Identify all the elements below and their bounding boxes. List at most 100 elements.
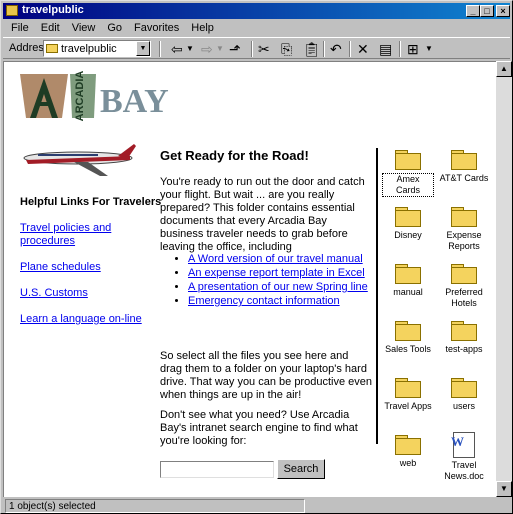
cut-icon[interactable]: ✂ <box>258 41 270 57</box>
file-label: Amex Cards <box>382 173 434 197</box>
paste-icon[interactable]: 📋︎ <box>303 41 321 57</box>
folder-test-apps[interactable]: test-apps <box>438 321 490 355</box>
link-travel-manual[interactable]: A Word version of our travel manual <box>188 253 363 265</box>
svg-text:BAY: BAY <box>100 83 169 120</box>
list-item: A Word version of our travel manual <box>188 252 368 266</box>
svg-text:ARCADIA: ARCADIA <box>74 71 86 122</box>
toolbar-separator <box>159 41 161 57</box>
menu-edit[interactable]: Edit <box>35 21 66 36</box>
folder-disney[interactable]: Disney <box>382 207 434 241</box>
menu-help[interactable]: Help <box>185 21 220 36</box>
folder-icon <box>451 321 477 341</box>
file-label: test-apps <box>445 344 483 354</box>
link-spring-presentation[interactable]: A presentation of our new Spring line <box>188 281 368 293</box>
minimize-button[interactable]: _ <box>466 5 480 17</box>
explorer-window: travelpublic _ □ × File Edit View Go Fav… <box>0 0 513 514</box>
folder-expense-reports[interactable]: Expense Reports <box>438 207 490 252</box>
folder-icon <box>451 207 477 227</box>
file-label: Travel Apps <box>384 401 432 411</box>
web-view-content: ARCADIA BAY Helpful Links For Travelers … <box>3 61 496 497</box>
window-title: travelpublic <box>22 4 84 16</box>
folder-travel-apps[interactable]: Travel Apps <box>382 378 434 412</box>
folder-icon <box>395 207 421 227</box>
link-emergency-contact[interactable]: Emergency contact information <box>188 295 340 307</box>
views-dropdown-icon[interactable]: ▼ <box>425 41 433 57</box>
undo-icon[interactable]: ↶ <box>330 41 342 57</box>
folder-icon <box>451 378 477 398</box>
folder-amex-cards[interactable]: Amex Cards <box>382 150 434 197</box>
toolbar-separator <box>323 41 325 57</box>
vertical-scrollbar[interactable]: ▲ ▼ <box>496 61 512 497</box>
list-item: Emergency contact information <box>188 294 368 308</box>
folder-icon <box>451 264 477 284</box>
link-us-customs[interactable]: U.S. Customs <box>20 287 88 300</box>
folder-icon <box>395 378 421 398</box>
title-bar[interactable]: travelpublic _ □ × <box>3 3 510 19</box>
up-folder-icon[interactable]: ⬏ <box>229 41 241 57</box>
folder-icon <box>395 435 421 455</box>
status-text: 1 object(s) selected <box>5 499 305 513</box>
close-button[interactable]: × <box>496 5 510 17</box>
link-learn-language[interactable]: Learn a language on-line <box>20 313 142 326</box>
forward-dropdown-icon[interactable]: ▼ <box>216 41 224 57</box>
copy-icon[interactable]: ⎘ <box>281 41 292 57</box>
search-button[interactable]: Search <box>277 459 325 479</box>
delete-icon[interactable]: ✕ <box>357 41 369 57</box>
status-bar: 1 object(s) selected <box>3 498 510 513</box>
toolbar-separator <box>399 41 401 57</box>
folder-preferred-hotels[interactable]: Preferred Hotels <box>438 264 490 309</box>
helpful-links-heading: Helpful Links For Travelers <box>20 196 162 208</box>
link-expense-template[interactable]: An expense report template in Excel <box>188 267 365 279</box>
folder-att-cards[interactable]: AT&T Cards <box>438 150 490 184</box>
address-dropdown-button[interactable]: ▼ <box>136 41 150 56</box>
arcadia-bay-logo: ARCADIA BAY <box>20 71 169 122</box>
maximize-button[interactable]: □ <box>480 5 494 17</box>
address-value: travelpublic <box>61 43 117 55</box>
folder-icon <box>451 150 477 170</box>
document-list: A Word version of our travel manual An e… <box>174 252 368 308</box>
properties-icon[interactable]: ▤ <box>379 41 392 57</box>
toolbar: Address travelpublic ▼ ⇦ ▼ ⇨ ▼ ⬏ ✂ ⎘ 📋︎ … <box>3 37 510 59</box>
file-label: users <box>452 401 475 411</box>
folder-icon <box>46 44 58 53</box>
main-heading: Get Ready for the Road! <box>160 148 309 163</box>
file-label: Expense Reports <box>446 230 482 251</box>
back-icon[interactable]: ⇦ <box>171 41 183 57</box>
search-input[interactable] <box>160 461 274 478</box>
file-label: AT&T Cards <box>439 173 489 183</box>
menu-go[interactable]: Go <box>101 21 128 36</box>
scroll-down-button[interactable]: ▼ <box>496 481 512 497</box>
airplane-image <box>23 144 136 176</box>
folder-sales-tools[interactable]: Sales Tools <box>382 321 434 355</box>
file-label: Disney <box>394 230 422 240</box>
folder-icon <box>395 150 421 170</box>
folder-manual[interactable]: manual <box>382 264 434 298</box>
toolbar-separator <box>251 41 253 57</box>
file-label: Preferred Hotels <box>445 287 483 308</box>
intro-paragraph: You're ready to run out the door and cat… <box>160 176 365 253</box>
back-dropdown-icon[interactable]: ▼ <box>186 41 194 57</box>
file-label: Sales Tools <box>385 344 431 354</box>
menu-favorites[interactable]: Favorites <box>128 21 185 36</box>
instructions-paragraph: So select all the files you see here and… <box>160 350 372 401</box>
scroll-up-button[interactable]: ▲ <box>496 61 512 77</box>
folder-users[interactable]: users <box>438 378 490 412</box>
toolbar-separator <box>349 41 351 57</box>
folder-icon <box>395 321 421 341</box>
search-intro-paragraph: Don't see what you need? Use Arcadia Bay… <box>160 409 358 447</box>
folder-icon <box>395 264 421 284</box>
forward-icon[interactable]: ⇨ <box>201 41 213 57</box>
link-travel-policies[interactable]: Travel policies and procedures <box>20 222 130 248</box>
views-icon[interactable]: ⊞ <box>407 41 419 57</box>
file-travel-news-doc[interactable]: W Travel News.doc <box>438 432 490 482</box>
folder-web[interactable]: web <box>382 435 434 469</box>
address-field[interactable]: travelpublic ▼ <box>43 40 151 57</box>
vertical-divider <box>376 148 378 444</box>
file-label: Travel News.doc <box>444 460 484 481</box>
file-label: manual <box>393 287 423 297</box>
menu-bar: File Edit View Go Favorites Help <box>5 21 220 36</box>
menu-view[interactable]: View <box>66 21 102 36</box>
list-item: A presentation of our new Spring line <box>188 280 368 294</box>
link-plane-schedules[interactable]: Plane schedules <box>20 261 101 274</box>
menu-file[interactable]: File <box>5 21 35 36</box>
